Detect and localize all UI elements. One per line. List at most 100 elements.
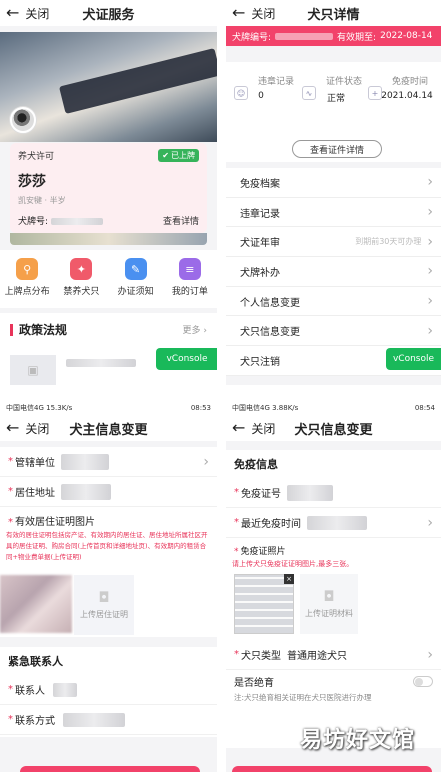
menu-annual-review[interactable]: 犬证年审 到期前30天可办理 ›	[226, 227, 441, 258]
dog-type-field[interactable]: * 犬只类型 普通用途犬只 ›	[226, 640, 441, 670]
photo-label: * 免疫证照片	[234, 547, 286, 557]
uploaded-image[interactable]	[0, 575, 72, 633]
sterile-note: 注:犬只绝育相关证明在犬只医院进行办理	[234, 693, 372, 702]
vconsole-button[interactable]: vConsole	[386, 348, 441, 370]
contact-name-field[interactable]: * 联系人	[0, 675, 217, 705]
contact-phone-field[interactable]: * 联系方式	[0, 705, 217, 735]
notice-icon: ✎	[124, 258, 147, 280]
dog-icon: ✦	[70, 258, 93, 280]
submit-button[interactable]	[232, 766, 432, 772]
menu-dog-info-change[interactable]: 犬只信息变更 ›	[226, 316, 441, 347]
back-arrow-icon: ←	[232, 3, 246, 22]
check-icon: ✔	[162, 151, 169, 160]
contact-form: 紧急联系人 * 联系人 * 联系方式	[0, 647, 217, 737]
view-license-button[interactable]: 查看证件详情	[292, 140, 382, 158]
license-label: 养犬许可	[18, 152, 55, 162]
dog-name: 莎莎	[18, 174, 46, 190]
unit-field[interactable]: * 管辖单位 ›	[0, 447, 217, 477]
chevron-right-icon: ›	[427, 322, 433, 339]
valid-date: 2022-08-14	[380, 31, 433, 41]
policy-title: 政策法规	[10, 321, 67, 338]
status-badge: ✔ 已上牌	[158, 149, 199, 162]
detail-menu: 免疫档案 › 违章记录 › 犬证年审 到期前30天可办理 › 犬牌补办 › 个人信息变更 ›…	[226, 168, 441, 376]
chevron-right-icon: ›	[427, 293, 433, 310]
section-title: 免疫信息	[234, 458, 278, 471]
service-icons: ⚲ 上牌点分布 ✦ 禁养犬只 ✎ 办证须知 ≡ 我的订单	[0, 250, 217, 308]
menu-violation-record[interactable]: 违章记录 ›	[226, 198, 441, 228]
record-icon: ☺	[234, 86, 248, 100]
valid-label: 有效期至:	[337, 32, 377, 43]
vaccine-images: × ◘ 上传证明材料	[226, 570, 441, 634]
back-arrow-icon: ←	[6, 418, 20, 437]
chevron-right-icon: ›	[427, 646, 433, 663]
address-field[interactable]: * 居住地址	[0, 477, 217, 507]
status-icon: ∿	[302, 86, 316, 100]
camera-icon: ◘	[323, 589, 335, 605]
page-title: 犬只详情	[307, 7, 360, 23]
status-bar: 中国电信4G 15.3K/s 08:53	[0, 400, 217, 415]
tag-number: 犬牌号:	[18, 214, 103, 227]
service-location[interactable]: ⚲ 上牌点分布	[1, 258, 53, 308]
stat-vaccine-time[interactable]: + 免疫时间 2021.04.14	[368, 74, 436, 101]
back-arrow-icon: ←	[232, 418, 246, 437]
service-orders[interactable]: ≡ 我的订单	[164, 258, 216, 308]
stat-license-status[interactable]: ∿ 证件状态 正常	[302, 74, 370, 104]
contact-title: 紧急联系人	[8, 655, 63, 668]
license-card[interactable]: 养犬许可 ✔ 已上牌 莎莎 凯安犍 · 半岁 犬牌号: 查看详情	[10, 143, 207, 233]
page-title: 犬只信息变更	[294, 422, 373, 438]
upload-material-button[interactable]: ◘ 上传证明材料	[300, 574, 358, 634]
panel-owner-info-change: 中国电信4G 15.3K/s 08:53 ← 关闭 犬主信息变更 * 管辖单位 › *…	[0, 400, 217, 772]
vconsole-button[interactable]: vConsole	[156, 348, 217, 370]
chevron-right-icon: ›	[427, 174, 433, 191]
uploaded-vaccine-image[interactable]: ×	[234, 574, 294, 634]
nav-bar: ← 关闭 犬只信息变更	[226, 415, 441, 441]
menu-tag-reissue[interactable]: 犬牌补办 ›	[226, 257, 441, 287]
recent-vaccine-field[interactable]: * 最近免疫时间 ›	[226, 508, 441, 538]
camera-icon: ◘	[98, 590, 110, 606]
chevron-right-icon: ›	[427, 263, 433, 280]
card-bottom-image	[10, 233, 207, 245]
back-button[interactable]: ← 关闭	[0, 420, 49, 437]
owner-form: * 管辖单位 › * 居住地址 * 有效居住证明图片 有效的居住证明包括房产证、有效期内…	[0, 447, 217, 637]
panel-dog-info-change: 中国电信4G 3.88K/s 08:54 ← 关闭 犬只信息变更 免疫信息 * 免疫…	[226, 400, 441, 772]
service-notice[interactable]: ✎ 办证须知	[110, 258, 162, 308]
vaccine-icon: +	[368, 86, 382, 100]
cert-number-field[interactable]: * 免疫证号	[226, 478, 441, 508]
order-icon: ≡	[178, 258, 201, 280]
menu-vaccine-archive[interactable]: 免疫档案 ›	[226, 168, 441, 198]
stat-violations[interactable]: ☺ 违章记录 0	[234, 74, 302, 101]
view-detail-link[interactable]: 查看详情	[163, 214, 199, 227]
back-button[interactable]: ← 关闭	[226, 420, 275, 437]
dog-info: 凯安犍 · 半岁	[18, 196, 66, 205]
menu-personal-info-change[interactable]: 个人信息变更 ›	[226, 287, 441, 317]
sterile-field: 是否绝育	[226, 670, 441, 692]
tag-label: 犬牌编号:	[232, 32, 272, 43]
chevron-right-icon: ›	[427, 514, 433, 531]
tag-info-bar: 犬牌编号: 有效期至: 2022-08-14	[226, 26, 441, 46]
status-bar: 中国电信4G 3.88K/s 08:54	[226, 400, 441, 415]
proof-label: * 有效居住证明图片	[8, 517, 95, 528]
more-link[interactable]: 更多 ›	[183, 323, 207, 336]
close-label: 关闭	[25, 6, 50, 21]
image-placeholder-icon: ▣	[10, 355, 56, 385]
vaccine-form: 免疫信息 * 免疫证号 * 最近免疫时间 › * 免疫证照片 请上传犬只免疫证证明图片,…	[226, 450, 441, 748]
close-icon[interactable]: ×	[284, 574, 294, 584]
back-button[interactable]: ← 关闭	[0, 5, 49, 22]
nav-bar: ← 关闭 犬证服务	[0, 0, 217, 26]
service-banned-dogs[interactable]: ✦ 禁养犬只	[55, 258, 107, 308]
chevron-right-icon: ›	[203, 453, 209, 470]
panel-dog-license-service: ← 关闭 犬证服务 养犬许可 ✔ 已上牌 莎莎 凯安犍 · 半岁 犬牌号: 查看详情…	[0, 0, 217, 385]
sterile-toggle[interactable]	[413, 675, 433, 687]
page-title: 犬主信息变更	[69, 422, 148, 438]
proof-images: ◘ 上传居住证明	[0, 571, 134, 635]
upload-proof-button[interactable]: ◘ 上传居住证明	[74, 575, 134, 635]
back-arrow-icon: ←	[6, 3, 20, 22]
nav-bar: ← 关闭 犬主信息变更	[0, 415, 217, 441]
back-button[interactable]: ← 关闭	[226, 5, 275, 22]
page-title: 犬证服务	[82, 7, 135, 23]
submit-button[interactable]	[20, 766, 200, 772]
avatar[interactable]	[10, 107, 36, 133]
photo-note: 请上传犬只免疫证证明图片,最多三张。	[232, 560, 354, 568]
chevron-right-icon: ›	[427, 204, 433, 221]
chevron-right-icon: ›	[427, 233, 433, 250]
